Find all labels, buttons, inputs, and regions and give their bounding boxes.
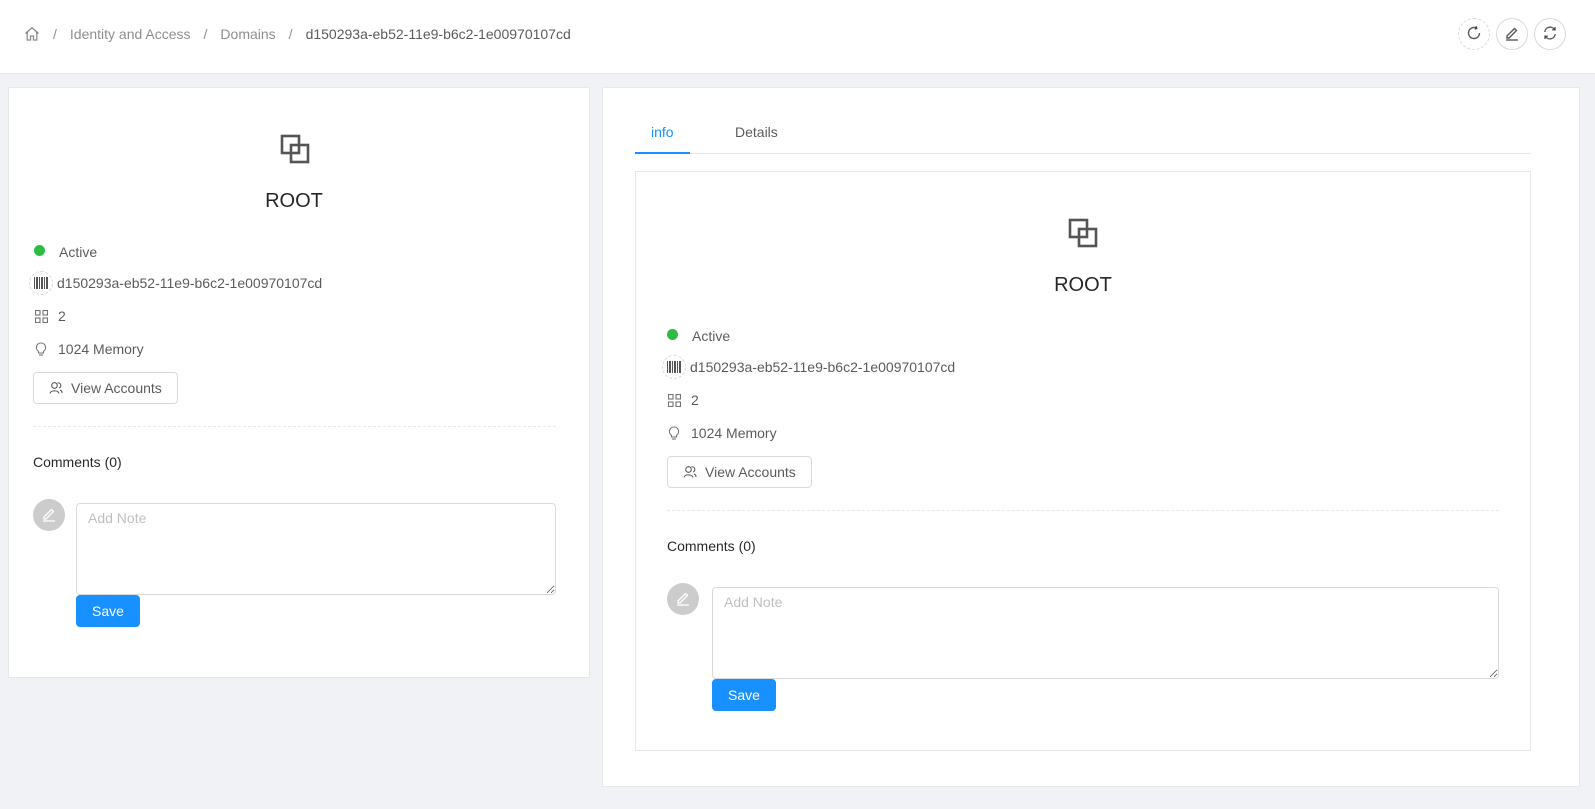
status-text: Active bbox=[59, 244, 98, 260]
appstore-icon bbox=[667, 393, 681, 407]
info-panel: ROOT Active d150293a-eb52-11e9-b6c2-1e00… bbox=[635, 171, 1531, 751]
tab-details[interactable]: Details bbox=[735, 124, 778, 140]
divider bbox=[667, 510, 1499, 511]
resource-id: d150293a-eb52-11e9-b6c2-1e00970107cd bbox=[690, 359, 956, 375]
breadcrumb-identity-and-access[interactable]: Identity and Access bbox=[70, 26, 191, 42]
resource-id: d150293a-eb52-11e9-b6c2-1e00970107cd bbox=[57, 275, 323, 291]
barcode-icon bbox=[662, 355, 686, 379]
divider bbox=[33, 426, 556, 427]
resource-name: ROOT bbox=[1054, 274, 1112, 296]
breadcrumb-domains[interactable]: Domains bbox=[220, 26, 275, 42]
page-header: / Identity and Access / Domains / d15029… bbox=[0, 0, 1595, 74]
resource-count: 2 bbox=[691, 392, 699, 408]
header-actions bbox=[1458, 18, 1566, 50]
block-icon bbox=[1067, 217, 1099, 249]
memory-row: 1024 Memory bbox=[34, 338, 144, 360]
reload-icon bbox=[1466, 25, 1482, 44]
bulb-icon bbox=[667, 425, 681, 440]
barcode-icon bbox=[29, 271, 53, 295]
resource-name: ROOT bbox=[265, 190, 323, 212]
team-icon bbox=[49, 381, 63, 395]
save-button[interactable]: Save bbox=[712, 679, 776, 711]
breadcrumb-current: d150293a-eb52-11e9-b6c2-1e00970107cd bbox=[305, 26, 571, 42]
breadcrumb-separator: / bbox=[53, 26, 57, 42]
avatar bbox=[667, 583, 699, 615]
edit-button[interactable] bbox=[1496, 18, 1528, 50]
add-note-input[interactable] bbox=[76, 503, 556, 595]
add-note-input[interactable] bbox=[712, 587, 1499, 679]
appstore-icon bbox=[34, 309, 48, 323]
id-row: d150293a-eb52-11e9-b6c2-1e00970107cd bbox=[29, 271, 323, 295]
status-indicator bbox=[34, 244, 45, 256]
memory-row: 1024 Memory bbox=[667, 422, 777, 444]
comments-title: Comments (0) bbox=[33, 454, 122, 470]
sync-icon bbox=[1542, 25, 1558, 44]
edit-icon bbox=[41, 506, 57, 525]
comments-title: Comments (0) bbox=[667, 538, 756, 554]
edit-icon bbox=[1504, 25, 1520, 44]
edit-icon bbox=[675, 590, 691, 609]
status-row: Active bbox=[667, 325, 730, 347]
count-row: 2 bbox=[34, 305, 66, 327]
breadcrumb-separator: / bbox=[203, 26, 208, 42]
tab-ink-bar bbox=[635, 152, 690, 154]
avatar bbox=[33, 499, 65, 531]
refresh-button[interactable] bbox=[1458, 18, 1490, 50]
resource-memory: 1024 Memory bbox=[691, 425, 777, 441]
count-row: 2 bbox=[667, 389, 699, 411]
view-accounts-button[interactable]: View Accounts bbox=[33, 372, 178, 404]
resource-summary-card: ROOT Active d150293a-eb52-11e9-b6c2-1e00… bbox=[8, 87, 590, 678]
breadcrumb: / Identity and Access / Domains / d15029… bbox=[24, 24, 571, 44]
resource-memory: 1024 Memory bbox=[58, 341, 144, 357]
save-button[interactable]: Save bbox=[76, 595, 140, 627]
id-row: d150293a-eb52-11e9-b6c2-1e00970107cd bbox=[662, 355, 956, 379]
resource-count: 2 bbox=[58, 308, 66, 324]
sync-button[interactable] bbox=[1534, 18, 1566, 50]
team-icon bbox=[683, 465, 697, 479]
tab-bar: info Details bbox=[635, 112, 1531, 154]
status-text: Active bbox=[692, 328, 731, 344]
resource-detail-card: info Details ROOT Active d150293a-eb52-1… bbox=[602, 87, 1580, 787]
status-row: Active bbox=[34, 241, 97, 263]
tab-info[interactable]: info bbox=[651, 124, 674, 140]
view-accounts-label: View Accounts bbox=[705, 464, 796, 480]
view-accounts-button[interactable]: View Accounts bbox=[667, 456, 812, 488]
breadcrumb-separator: / bbox=[288, 26, 293, 42]
status-indicator bbox=[667, 328, 678, 340]
block-icon bbox=[279, 133, 311, 165]
view-accounts-label: View Accounts bbox=[71, 380, 162, 396]
bulb-icon bbox=[34, 341, 48, 356]
home-icon[interactable] bbox=[24, 26, 40, 42]
